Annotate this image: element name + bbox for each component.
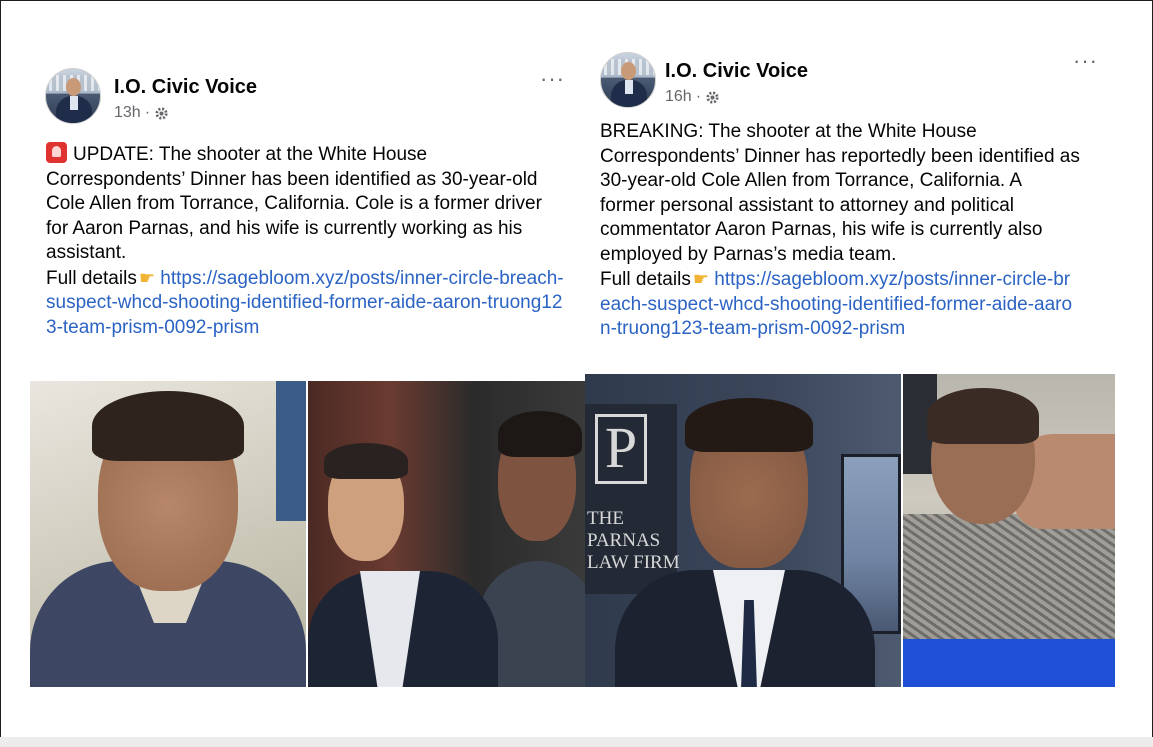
post-photo-grid[interactable]: P THE PARNAS LAW FIRM: [585, 374, 1115, 687]
post-time[interactable]: 13h: [114, 104, 141, 122]
post-text: UPDATE: The shooter at the White House C…: [46, 142, 566, 340]
photo-two-men[interactable]: [308, 381, 585, 687]
post-header: I.O. Civic Voice 13h · ···: [30, 68, 585, 130]
post-meta: 16h ·: [665, 88, 720, 106]
post-text: BREAKING: The shooter at the White House…: [600, 120, 1080, 342]
photo-arrest-scene[interactable]: [903, 374, 1115, 687]
post-message: BREAKING: The shooter at the White House…: [600, 121, 1080, 265]
gear-icon: [706, 90, 719, 104]
post-header: I.O. Civic Voice 16h · ···: [585, 50, 1115, 114]
post-1: I.O. Civic Voice 13h · ··· UPDATE: The s…: [30, 68, 585, 687]
post-time[interactable]: 16h: [665, 88, 692, 106]
full-details-label: Full details: [600, 269, 691, 290]
post-meta: 13h ·: [114, 104, 169, 122]
more-options-icon[interactable]: ···: [540, 68, 565, 90]
alert-siren-icon: [46, 142, 67, 163]
law-firm-sign: P THE PARNAS LAW FIRM: [585, 404, 680, 594]
post-photo-grid[interactable]: [30, 381, 585, 687]
post-2: I.O. Civic Voice 16h · ··· BREAKING: The…: [585, 50, 1115, 687]
photo-portrait-closeup[interactable]: [30, 381, 306, 687]
page-name[interactable]: I.O. Civic Voice: [665, 60, 808, 83]
page-name[interactable]: I.O. Civic Voice: [114, 76, 257, 99]
meta-separator: ·: [695, 88, 702, 105]
page-avatar[interactable]: [600, 52, 656, 108]
pointing-hand-icon: ☛: [138, 267, 155, 288]
gear-icon: [155, 106, 168, 120]
page-avatar[interactable]: [45, 68, 101, 124]
full-details-label: Full details: [46, 267, 137, 289]
pointing-hand-icon: ☛: [692, 269, 709, 289]
photo-law-firm-portrait[interactable]: P THE PARNAS LAW FIRM: [585, 374, 901, 687]
meta-separator: ·: [144, 104, 151, 121]
bottom-strip: [0, 737, 1153, 747]
more-options-icon[interactable]: ···: [1073, 50, 1098, 72]
post-message: UPDATE: The shooter at the White House C…: [46, 144, 542, 263]
